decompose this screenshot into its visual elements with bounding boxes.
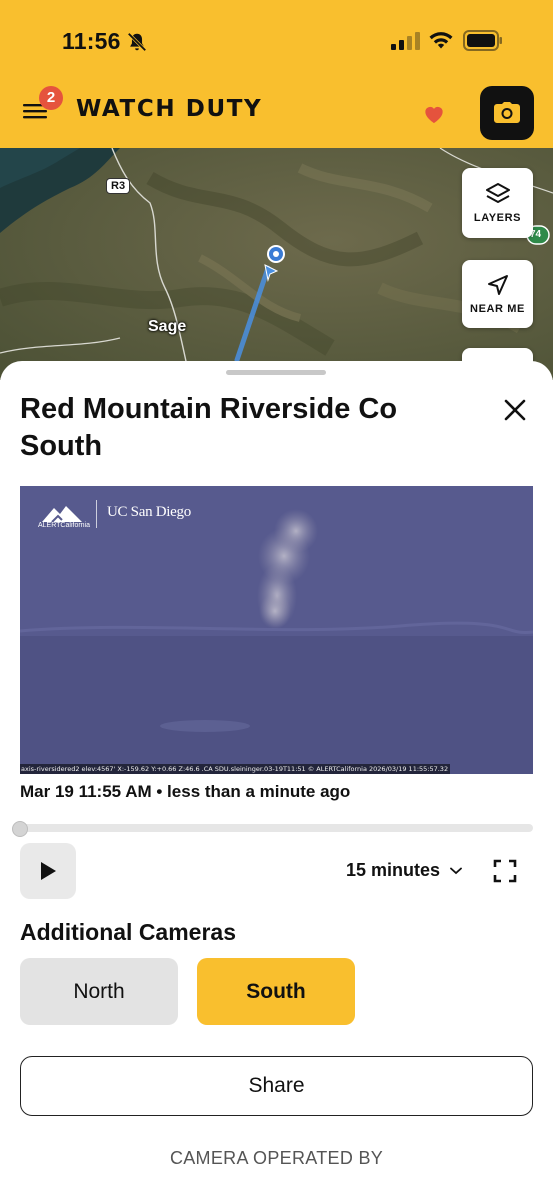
fullscreen-icon[interactable] — [493, 859, 517, 883]
sheet-grabber[interactable] — [226, 370, 326, 375]
feed-timestamp: Mar 19 11:55 AM • less than a minute ago — [20, 782, 351, 801]
alertcalifornia-logo-text: ALERTCalifornia — [38, 522, 91, 529]
app-name: WATCH DUTY — [76, 96, 263, 122]
share-button[interactable]: Share — [20, 1056, 533, 1116]
near-me-button[interactable]: NEAR ME — [462, 260, 533, 328]
duration-label: 15 minutes — [346, 860, 441, 880]
map-place-label: Sage — [148, 318, 187, 335]
battery-icon — [463, 30, 502, 51]
camera-detail-sheet: Red Mountain Riverside Co South ALERTCal… — [0, 361, 553, 1200]
play-icon — [41, 862, 56, 880]
camera-operated-by-label: CAMERA OPERATED BY — [169, 1148, 384, 1168]
route-shield-r3: R3 — [106, 178, 131, 194]
wifi-icon — [429, 32, 453, 49]
near-me-label: NEAR ME — [470, 303, 525, 315]
smoke-plume-scene — [20, 486, 533, 774]
camera-option-north[interactable]: North — [20, 958, 178, 1025]
bell-slash-icon — [127, 32, 147, 52]
timeline-slider-handle[interactable] — [12, 821, 28, 837]
play-button[interactable] — [20, 843, 76, 899]
chevron-down-icon — [450, 867, 462, 874]
camera-title: Red Mountain Riverside Co South — [20, 393, 398, 462]
logo-divider — [96, 500, 97, 528]
heart-icon[interactable] — [423, 104, 445, 124]
camera-icon — [494, 102, 520, 123]
camera-feed-image[interactable]: ALERTCalifornia UC San Diego axis-rivers… — [20, 486, 533, 774]
camera-button[interactable] — [480, 86, 534, 140]
app-header: 11:56 2 WATCH DUTY — [0, 0, 553, 148]
map-view[interactable]: R3 Sage 74 LAYERS NEAR ME — [0, 148, 553, 380]
additional-cameras-heading: Additional Cameras — [20, 919, 236, 945]
layers-icon — [485, 183, 510, 203]
ucsd-logo: UC San Diego — [107, 504, 191, 520]
duration-dropdown[interactable]: 15 minutes — [346, 860, 462, 881]
camera-option-south[interactable]: South — [197, 958, 355, 1025]
close-icon[interactable] — [502, 397, 528, 423]
feed-caption: axis-riversidered2 elev:4567' X:-159.62 … — [20, 764, 450, 774]
status-time: 11:56 — [62, 28, 121, 54]
menu-notification-badge: 2 — [39, 86, 63, 110]
timeline-slider[interactable] — [20, 824, 533, 832]
cellular-signal-icon — [391, 32, 420, 50]
layers-label: LAYERS — [473, 212, 522, 224]
layers-button[interactable]: LAYERS — [462, 168, 533, 238]
location-arrow-icon — [487, 275, 508, 295]
